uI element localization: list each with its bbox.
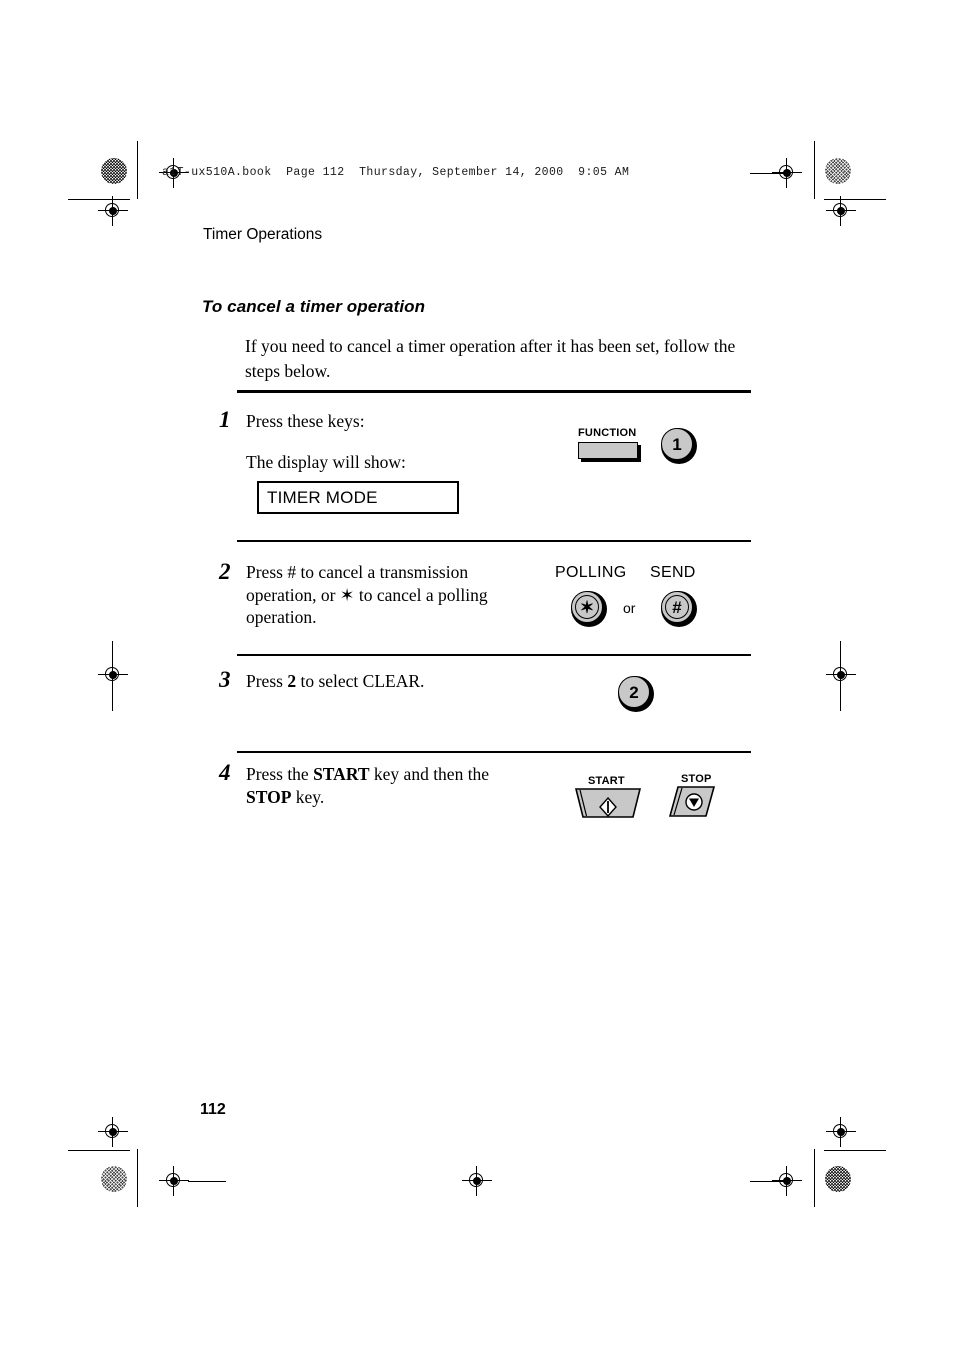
regmark-dot [837,1128,845,1136]
numeric-key-1-glyph: 1 [672,434,682,454]
step-4-text-part-b: key. [291,786,325,807]
step-4-text: Press the START key and then the STOP ke… [246,763,516,808]
function-key-label: FUNCTION [578,427,637,439]
hash-key[interactable]: # [661,591,697,627]
stop-key[interactable] [668,786,716,818]
regmark-dot [170,1177,178,1185]
step-3-text-part-b: to select CLEAR. [296,671,425,691]
step-number-3: 3 [219,667,231,692]
crop-tick-bottom-left-horizontal [188,1180,226,1182]
step-4-text-middle: key and then the [369,764,490,784]
step-rule-top [237,390,751,394]
display-text: TIMER MODE [267,488,378,507]
crop-tick-lower-left-horizontal [68,1150,130,1152]
running-head: Timer Operations [203,226,323,243]
intro-paragraph: If you need to cancel a timer operation … [245,336,736,381]
step-2-text: Press # to cancel a transmission operati… [246,561,516,629]
numeric-key-2-face: 2 [618,676,650,708]
crop-tick-mid-left-vertical [112,641,114,711]
star-symbol-inline: ✶ [339,584,355,605]
page-number: 112 [200,1101,226,1118]
crop-tick-bottom-left-vertical [137,1149,139,1207]
crop-tick-bottom-right-vertical [814,1149,816,1207]
regmark-dot [837,207,845,215]
polling-key-label: POLLING [555,564,627,581]
registration-mark-upper-left [98,196,128,226]
or-connector-label: or [623,600,636,616]
step-4-text-part-a: Press the [246,764,314,784]
display-box: TIMER MODE [257,481,459,514]
hash-icon: # [672,597,682,617]
crop-tick-top-left-vertical [137,141,139,199]
step-rule-1-2 [237,540,751,543]
regmark-dot [783,1177,791,1185]
regmark-dot [473,1177,481,1185]
step-number-1: 1 [219,407,231,432]
density-patch-bottom-left [101,1166,127,1192]
regmark-dot [109,1128,117,1136]
stop-key-shape [668,786,716,817]
density-patch-top-left [101,158,127,184]
step-3-text-bold: 2 [287,671,297,691]
section-heading: To cancel a timer operation [202,297,426,316]
regmark-dot [109,207,117,215]
step-4-text-bold-stop: STOP [246,786,292,807]
numeric-key-2[interactable]: 2 [618,676,654,712]
crop-tick-mid-right-vertical [840,641,842,711]
step-3-text-part-a: Press [246,671,288,691]
registration-mark-bottom-right [772,1166,802,1196]
star-icon: ✶ [579,597,595,617]
step-number-2: 2 [219,559,231,584]
registration-mark-upper-right [826,196,856,226]
density-patch-top-right [825,158,851,184]
step-1-line-1: Press these keys: [246,411,365,431]
hash-key-face: # [661,591,693,623]
start-key[interactable] [574,788,642,820]
crop-tick-top-right-horizontal [750,172,788,174]
document-page: a1T-ux510A.book Page 112 Thursday, Septe… [0,0,954,1351]
step-rule-3-4 [237,751,751,754]
star-key[interactable]: ✶ [571,591,607,627]
start-key-shape [574,788,642,818]
step-number-4: 4 [219,760,231,785]
registration-mark-lower-left [98,1117,128,1147]
star-key-face: ✶ [571,591,603,623]
registration-mark-bottom-left [159,1166,189,1196]
step-3-text: Press 2 to select CLEAR. [246,670,546,693]
job-header-line: a1T-ux510A.book Page 112 Thursday, Septe… [162,166,630,179]
send-key-label: SEND [650,564,696,581]
numeric-key-2-glyph: 2 [629,682,639,702]
crop-tick-top-right-vertical [814,141,816,199]
start-key-label: START [588,775,625,787]
stop-octagon-icon [685,793,703,811]
stop-key-label: STOP [681,773,712,785]
numeric-key-1-face: 1 [661,428,693,460]
crop-tick-lower-right-horizontal [824,1150,886,1152]
step-1-line-2: The display will show: [246,452,406,472]
registration-mark-bottom-center [462,1166,492,1196]
registration-mark-lower-right [826,1117,856,1147]
step-4-text-bold-start: START [313,764,370,784]
numeric-key-1[interactable]: 1 [661,428,697,464]
density-patch-bottom-right [825,1166,851,1192]
function-key[interactable] [578,442,638,459]
step-rule-2-3 [237,654,751,657]
